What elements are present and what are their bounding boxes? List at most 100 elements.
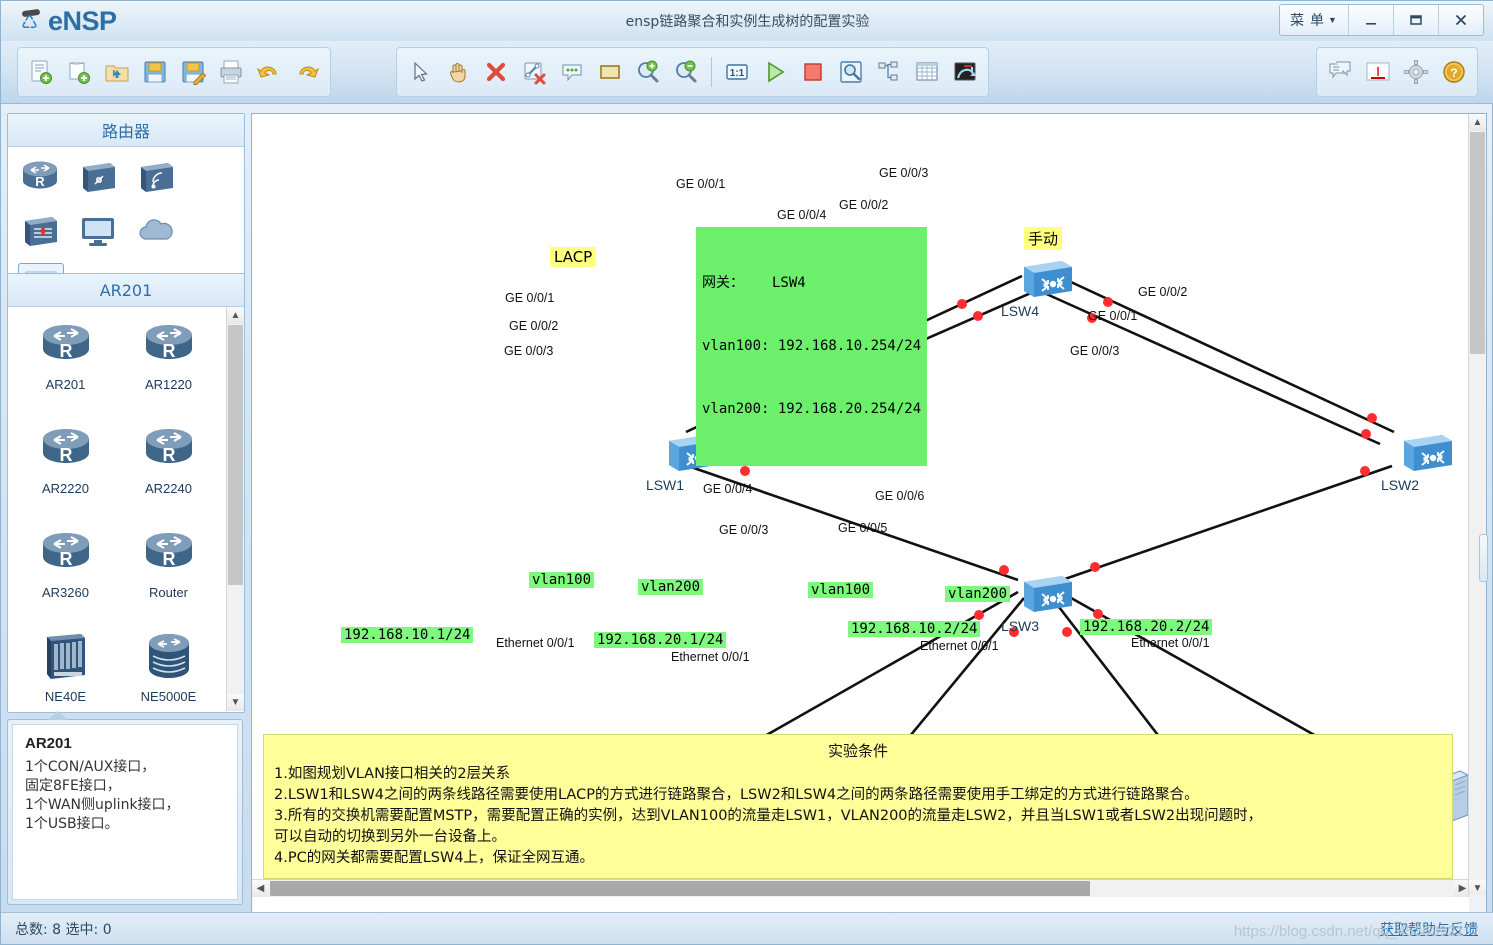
huawei-logo-icon[interactable]	[1361, 54, 1395, 90]
model-label: AR2220	[42, 481, 89, 496]
topology-tree-icon[interactable]	[872, 54, 906, 90]
maximize-button[interactable]	[1394, 5, 1439, 35]
scrollbar-thumb[interactable]	[228, 325, 243, 585]
close-button[interactable]	[1439, 5, 1483, 35]
router-icon[interactable]: R	[18, 155, 62, 201]
device-model-header: AR201	[8, 274, 244, 307]
menu-button-label: 菜 单	[1290, 12, 1325, 28]
annotation-vlan: vlan100	[529, 572, 595, 588]
panel-splitter-handle[interactable]	[1479, 534, 1488, 582]
gateway-device: LSW4	[772, 275, 806, 291]
canvas-vertical-scrollbar[interactable]: ▲ ▼	[1468, 114, 1486, 897]
model-item-ar3260[interactable]: R AR3260	[14, 525, 117, 625]
switch-icon	[1024, 261, 1072, 297]
scroll-up-arrow-icon[interactable]: ▲	[1469, 114, 1486, 131]
device-info-title: AR201	[25, 735, 72, 752]
scroll-down-arrow-icon[interactable]: ▼	[227, 694, 244, 711]
zoom-in-icon[interactable]	[631, 54, 665, 90]
canvas-horizontal-scrollbar[interactable]: ◀ ▶	[252, 879, 1471, 897]
port-label: GE 0/0/3	[504, 344, 554, 358]
model-panel-scrollbar[interactable]: ▲ ▼	[226, 307, 244, 711]
conditions-line: 4.PC的网关都需要配置LSW4上，保证全网互通。	[274, 850, 595, 866]
capture-icon[interactable]	[834, 54, 868, 90]
scroll-left-arrow-icon[interactable]: ◀	[252, 880, 269, 897]
firewall-icon[interactable]	[18, 209, 62, 255]
grid-icon[interactable]	[910, 54, 944, 90]
device-model-panel: AR201 R AR201 R AR1220 R AR2220 R AR2240…	[7, 273, 245, 713]
switch-icon[interactable]	[76, 155, 120, 201]
stop-icon[interactable]	[796, 54, 830, 90]
minimize-button[interactable]	[1349, 5, 1394, 35]
feedback-icon[interactable]	[1323, 54, 1357, 90]
gateway-vlan100: vlan100: 192.168.10.254/24	[702, 338, 922, 354]
new-topology-icon[interactable]	[24, 54, 58, 90]
hscrollbar-thumb[interactable]	[270, 881, 1090, 896]
device-sidebar: 路由器 R AR201 R AR201 R AR1220 R AR2220 R …	[7, 113, 245, 913]
save-as-icon[interactable]	[176, 54, 210, 90]
topology-canvas[interactable]: LSW4 LSW1 LSW2 LSW3 GE 0/0/1 GE 0/0/3 GE…	[252, 114, 1471, 897]
port-label: GE 0/0/4	[777, 208, 827, 222]
save-icon[interactable]	[138, 54, 172, 90]
zoom-reset-icon[interactable]: 1:1	[720, 54, 754, 90]
comment-icon[interactable]	[555, 54, 589, 90]
rectangle-icon[interactable]	[593, 54, 627, 90]
conditions-line: 3.所有的交换机需要配置MSTP，需要配置正确的实例，达到VLAN100的流量走…	[274, 808, 1263, 824]
svg-text:R: R	[59, 549, 72, 569]
toolbar-group-edit: 1:1	[396, 47, 989, 97]
wlan-icon[interactable]	[134, 155, 178, 201]
menu-button[interactable]: 菜 单 ▼	[1280, 5, 1349, 35]
scroll-up-arrow-icon[interactable]: ▲	[227, 307, 244, 324]
model-item-ne40e[interactable]: NE40E	[14, 629, 117, 711]
delete-link-icon[interactable]	[517, 54, 551, 90]
model-item-ar201[interactable]: R AR201	[14, 317, 117, 417]
restore-icon[interactable]	[948, 54, 982, 90]
svg-text:1:1: 1:1	[730, 68, 745, 79]
model-item-ar2220[interactable]: R AR2220	[14, 421, 117, 521]
port-label: GE 0/0/5	[838, 521, 888, 535]
help-icon[interactable]: ?	[1437, 54, 1471, 90]
annotation-ip: 192.168.10.1/24	[341, 627, 474, 643]
svg-text:R: R	[59, 341, 72, 361]
device-category-header: 路由器	[8, 114, 244, 147]
port-label: GE 0/0/1	[1088, 309, 1138, 323]
model-item-ar2240[interactable]: R AR2240	[117, 421, 220, 521]
vscrollbar-thumb[interactable]	[1470, 132, 1485, 354]
annotation-ip: 192.168.20.2/24	[1080, 619, 1213, 635]
redo-icon[interactable]	[290, 54, 324, 90]
open-folder-icon[interactable]	[100, 54, 134, 90]
conditions-line: 可以自动的切换到另外一台设备上。	[274, 829, 506, 845]
device-model-grid: R AR201 R AR1220 R AR2220 R AR2240 R AR3…	[8, 307, 230, 711]
gateway-annotation-box: 网关： LSW4 vlan100: 192.168.10.254/24 vlan…	[696, 227, 928, 466]
svg-text:R: R	[35, 174, 45, 189]
topology-node-label: LSW4	[1000, 303, 1040, 319]
tooltip-pointer-icon	[48, 711, 68, 720]
hand-icon[interactable]	[441, 54, 475, 90]
delete-icon[interactable]	[479, 54, 513, 90]
device-category-panel: 路由器 R	[7, 113, 245, 311]
model-item-router[interactable]: R Router	[117, 525, 220, 625]
model-item-ne5000e[interactable]: NE5000E	[117, 629, 220, 711]
port-label: GE 0/0/4	[703, 482, 753, 496]
endpoint-icon[interactable]	[76, 209, 120, 255]
device-info-panel: AR201 1个CON/AUX接口， 固定8FE接口， 1个WAN侧uplink…	[7, 711, 243, 905]
port-label: GE 0/0/1	[676, 177, 726, 191]
model-item-ar1220[interactable]: R AR1220	[117, 317, 220, 417]
zoom-out-icon[interactable]	[669, 54, 703, 90]
main-toolbar: 1:1 ?	[1, 41, 1493, 104]
annotation-lacp: LACP	[550, 247, 597, 267]
topology-node-label: LSW1	[645, 477, 685, 493]
print-icon[interactable]	[214, 54, 248, 90]
port-label: Ethernet 0/0/1	[1131, 636, 1210, 650]
model-label: Router	[148, 585, 189, 600]
pointer-icon[interactable]	[403, 54, 437, 90]
start-icon[interactable]	[758, 54, 792, 90]
annotation-ip: 192.168.10.2/24	[848, 621, 981, 637]
model-label: AR201	[45, 377, 86, 392]
settings-gear-icon[interactable]	[1399, 54, 1433, 90]
svg-text:R: R	[59, 445, 72, 465]
new-page-icon[interactable]	[62, 54, 96, 90]
model-label: NE5000E	[140, 689, 197, 704]
undo-icon[interactable]	[252, 54, 286, 90]
cloud-icon[interactable]	[134, 209, 178, 255]
topology-node-label: LSW3	[1000, 618, 1040, 634]
